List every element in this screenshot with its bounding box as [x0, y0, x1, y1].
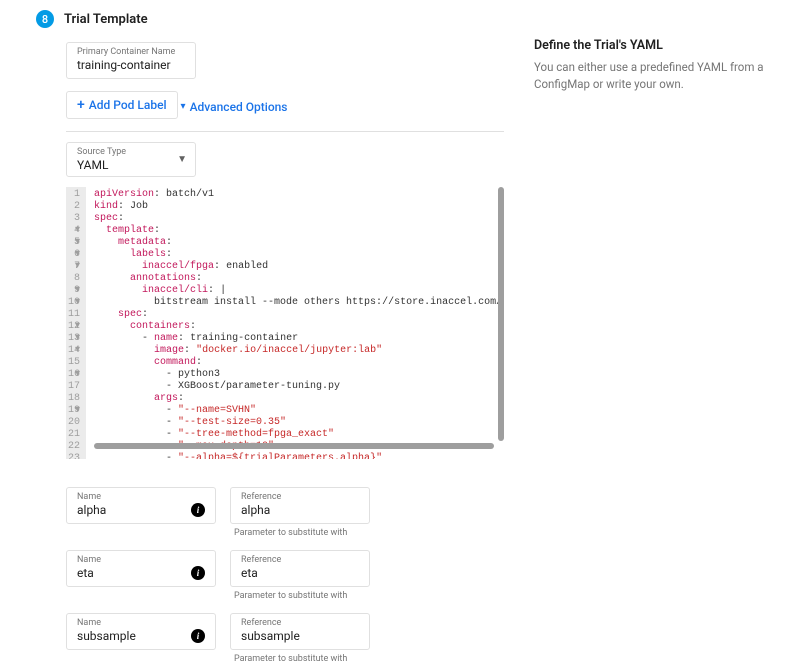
source-type-value: YAML [77, 158, 126, 172]
parameter-reference-field[interactable]: Referenceeta [230, 550, 370, 587]
parameter-name-field[interactable]: Nameeta i [66, 550, 216, 587]
editor-gutter: 1 2 3 ▾4 ▾5 ▾6 ▾7 8 ▾9 ▾10 11 ▾12 ▾13 ▾1… [66, 187, 86, 459]
parameter-name-label: Name [77, 618, 136, 628]
line-number: 18 ▾ [68, 393, 80, 405]
line-number: 16 [68, 369, 80, 381]
code-line[interactable]: bitstream install --mode others https://… [94, 297, 504, 309]
source-type-label: Source Type [77, 147, 126, 157]
advanced-options-label: Advanced Options [190, 100, 288, 114]
plus-icon: + [77, 98, 85, 112]
parameter-name-value: alpha [77, 503, 106, 517]
code-line[interactable]: inaccel/fpga: enabled [94, 261, 504, 273]
parameter-name-field[interactable]: Namealpha i [66, 487, 216, 524]
info-icon[interactable]: i [191, 629, 205, 643]
parameter-name-label: Name [77, 555, 101, 565]
line-number: 19 [68, 405, 80, 417]
trial-parameters-list: NamealphaiReferencealphaParameter to sub… [36, 487, 504, 670]
parameter-name-label: Name [77, 492, 106, 502]
help-description: You can either use a predefined YAML fro… [534, 59, 764, 94]
parameter-reference-value: eta [241, 566, 281, 580]
parameter-reference-label: Reference [241, 492, 281, 502]
code-line[interactable]: metadata: [94, 237, 504, 249]
line-number: 13 ▾ [68, 333, 80, 345]
section-divider [66, 131, 504, 132]
chevron-down-icon: ▾ [181, 101, 186, 112]
line-number: 4 ▾ [68, 225, 80, 237]
parameter-reference-field[interactable]: Referencealpha [230, 487, 370, 524]
code-line[interactable]: annotations: [94, 273, 504, 285]
help-panel: Define the Trial's YAML You can either u… [534, 10, 764, 670]
line-number: 5 ▾ [68, 237, 80, 249]
line-number: 12 ▾ [68, 321, 80, 333]
source-type-select[interactable]: Source Type YAML ▼ [66, 142, 196, 177]
line-number: 21 [68, 429, 80, 441]
line-number: 8 ▾ [68, 273, 80, 285]
code-line[interactable]: image: "docker.io/inaccel/jupyter:lab" [94, 345, 504, 357]
parameter-name-value: subsample [77, 629, 136, 643]
parameter-reference-label: Reference [241, 555, 281, 565]
code-line[interactable]: - python3 [94, 369, 504, 381]
editor-vertical-scrollbar[interactable] [498, 187, 504, 441]
parameter-reference-label: Reference [241, 618, 300, 628]
info-icon[interactable]: i [191, 566, 205, 580]
line-number: 2 [68, 201, 80, 213]
primary-container-name-field[interactable]: Primary Container Name training-containe… [66, 42, 196, 79]
primary-container-name-value: training-container [77, 58, 185, 72]
editor-horizontal-scrollbar[interactable] [94, 443, 494, 449]
code-line[interactable]: spec: [94, 309, 504, 321]
parameter-reference-hint: Parameter to substitute with [234, 591, 370, 601]
line-number: 3 ▾ [68, 213, 80, 225]
step-header: 8 Trial Template [36, 10, 504, 28]
code-line[interactable]: labels: [94, 249, 504, 261]
line-number: 7 [68, 261, 80, 273]
dropdown-icon: ▼ [177, 154, 187, 165]
code-line[interactable]: template: [94, 225, 504, 237]
code-line[interactable]: inaccel/cli: | [94, 285, 504, 297]
yaml-editor[interactable]: 1 2 3 ▾4 ▾5 ▾6 ▾7 8 ▾9 ▾10 11 ▾12 ▾13 ▾1… [66, 187, 504, 459]
code-line[interactable]: - "--test-size=0.35" [94, 417, 504, 429]
parameter-reference-field[interactable]: Referencesubsample [230, 613, 370, 650]
parameter-reference-value: alpha [241, 503, 281, 517]
line-number: 17 [68, 381, 80, 393]
line-number: 1 [68, 189, 80, 201]
code-line[interactable]: containers: [94, 321, 504, 333]
code-line[interactable]: - name: training-container [94, 333, 504, 345]
parameter-reference-hint: Parameter to substitute with [234, 654, 370, 664]
line-number: 22 [68, 441, 80, 453]
code-line[interactable]: apiVersion: batch/v1 [94, 189, 504, 201]
add-pod-label-button[interactable]: + Add Pod Label [66, 91, 178, 119]
editor-code[interactable]: apiVersion: batch/v1kind: Jobspec: templ… [86, 187, 504, 459]
parameter-name-field[interactable]: Namesubsample i [66, 613, 216, 650]
line-number: 20 [68, 417, 80, 429]
advanced-options-toggle[interactable]: ▾ Advanced Options [181, 100, 288, 114]
code-line[interactable]: - "--alpha=${trialParameters.alpha}" [94, 453, 504, 459]
code-line[interactable]: - XGBoost/parameter-tuning.py [94, 381, 504, 393]
code-line[interactable]: args: [94, 393, 504, 405]
code-line[interactable]: kind: Job [94, 201, 504, 213]
parameter-row: NamealphaiReferencealphaParameter to sub… [66, 487, 504, 544]
step-number-badge: 8 [36, 10, 54, 28]
line-number: 11 ▾ [68, 309, 80, 321]
line-number: 10 [68, 297, 80, 309]
step-title: Trial Template [64, 12, 148, 27]
parameter-name-value: eta [77, 566, 101, 580]
code-line[interactable]: spec: [94, 213, 504, 225]
info-icon[interactable]: i [191, 503, 205, 517]
line-number: 9 ▾ [68, 285, 80, 297]
parameter-reference-hint: Parameter to substitute with [234, 528, 370, 538]
line-number: 6 ▾ [68, 249, 80, 261]
line-number: 14 [68, 345, 80, 357]
parameter-reference-value: subsample [241, 629, 300, 643]
code-line[interactable]: - "--tree-method=fpga_exact" [94, 429, 504, 441]
code-line[interactable]: - "--name=SVHN" [94, 405, 504, 417]
code-line[interactable]: command: [94, 357, 504, 369]
parameter-row: NameetaiReferenceetaParameter to substit… [66, 550, 504, 607]
parameter-row: NamesubsampleiReferencesubsampleParamete… [66, 613, 504, 670]
line-number: 23 [68, 453, 80, 459]
help-title: Define the Trial's YAML [534, 38, 764, 53]
line-number: 15 ▾ [68, 357, 80, 369]
primary-container-name-label: Primary Container Name [77, 47, 185, 57]
add-pod-label-text: Add Pod Label [89, 98, 167, 112]
